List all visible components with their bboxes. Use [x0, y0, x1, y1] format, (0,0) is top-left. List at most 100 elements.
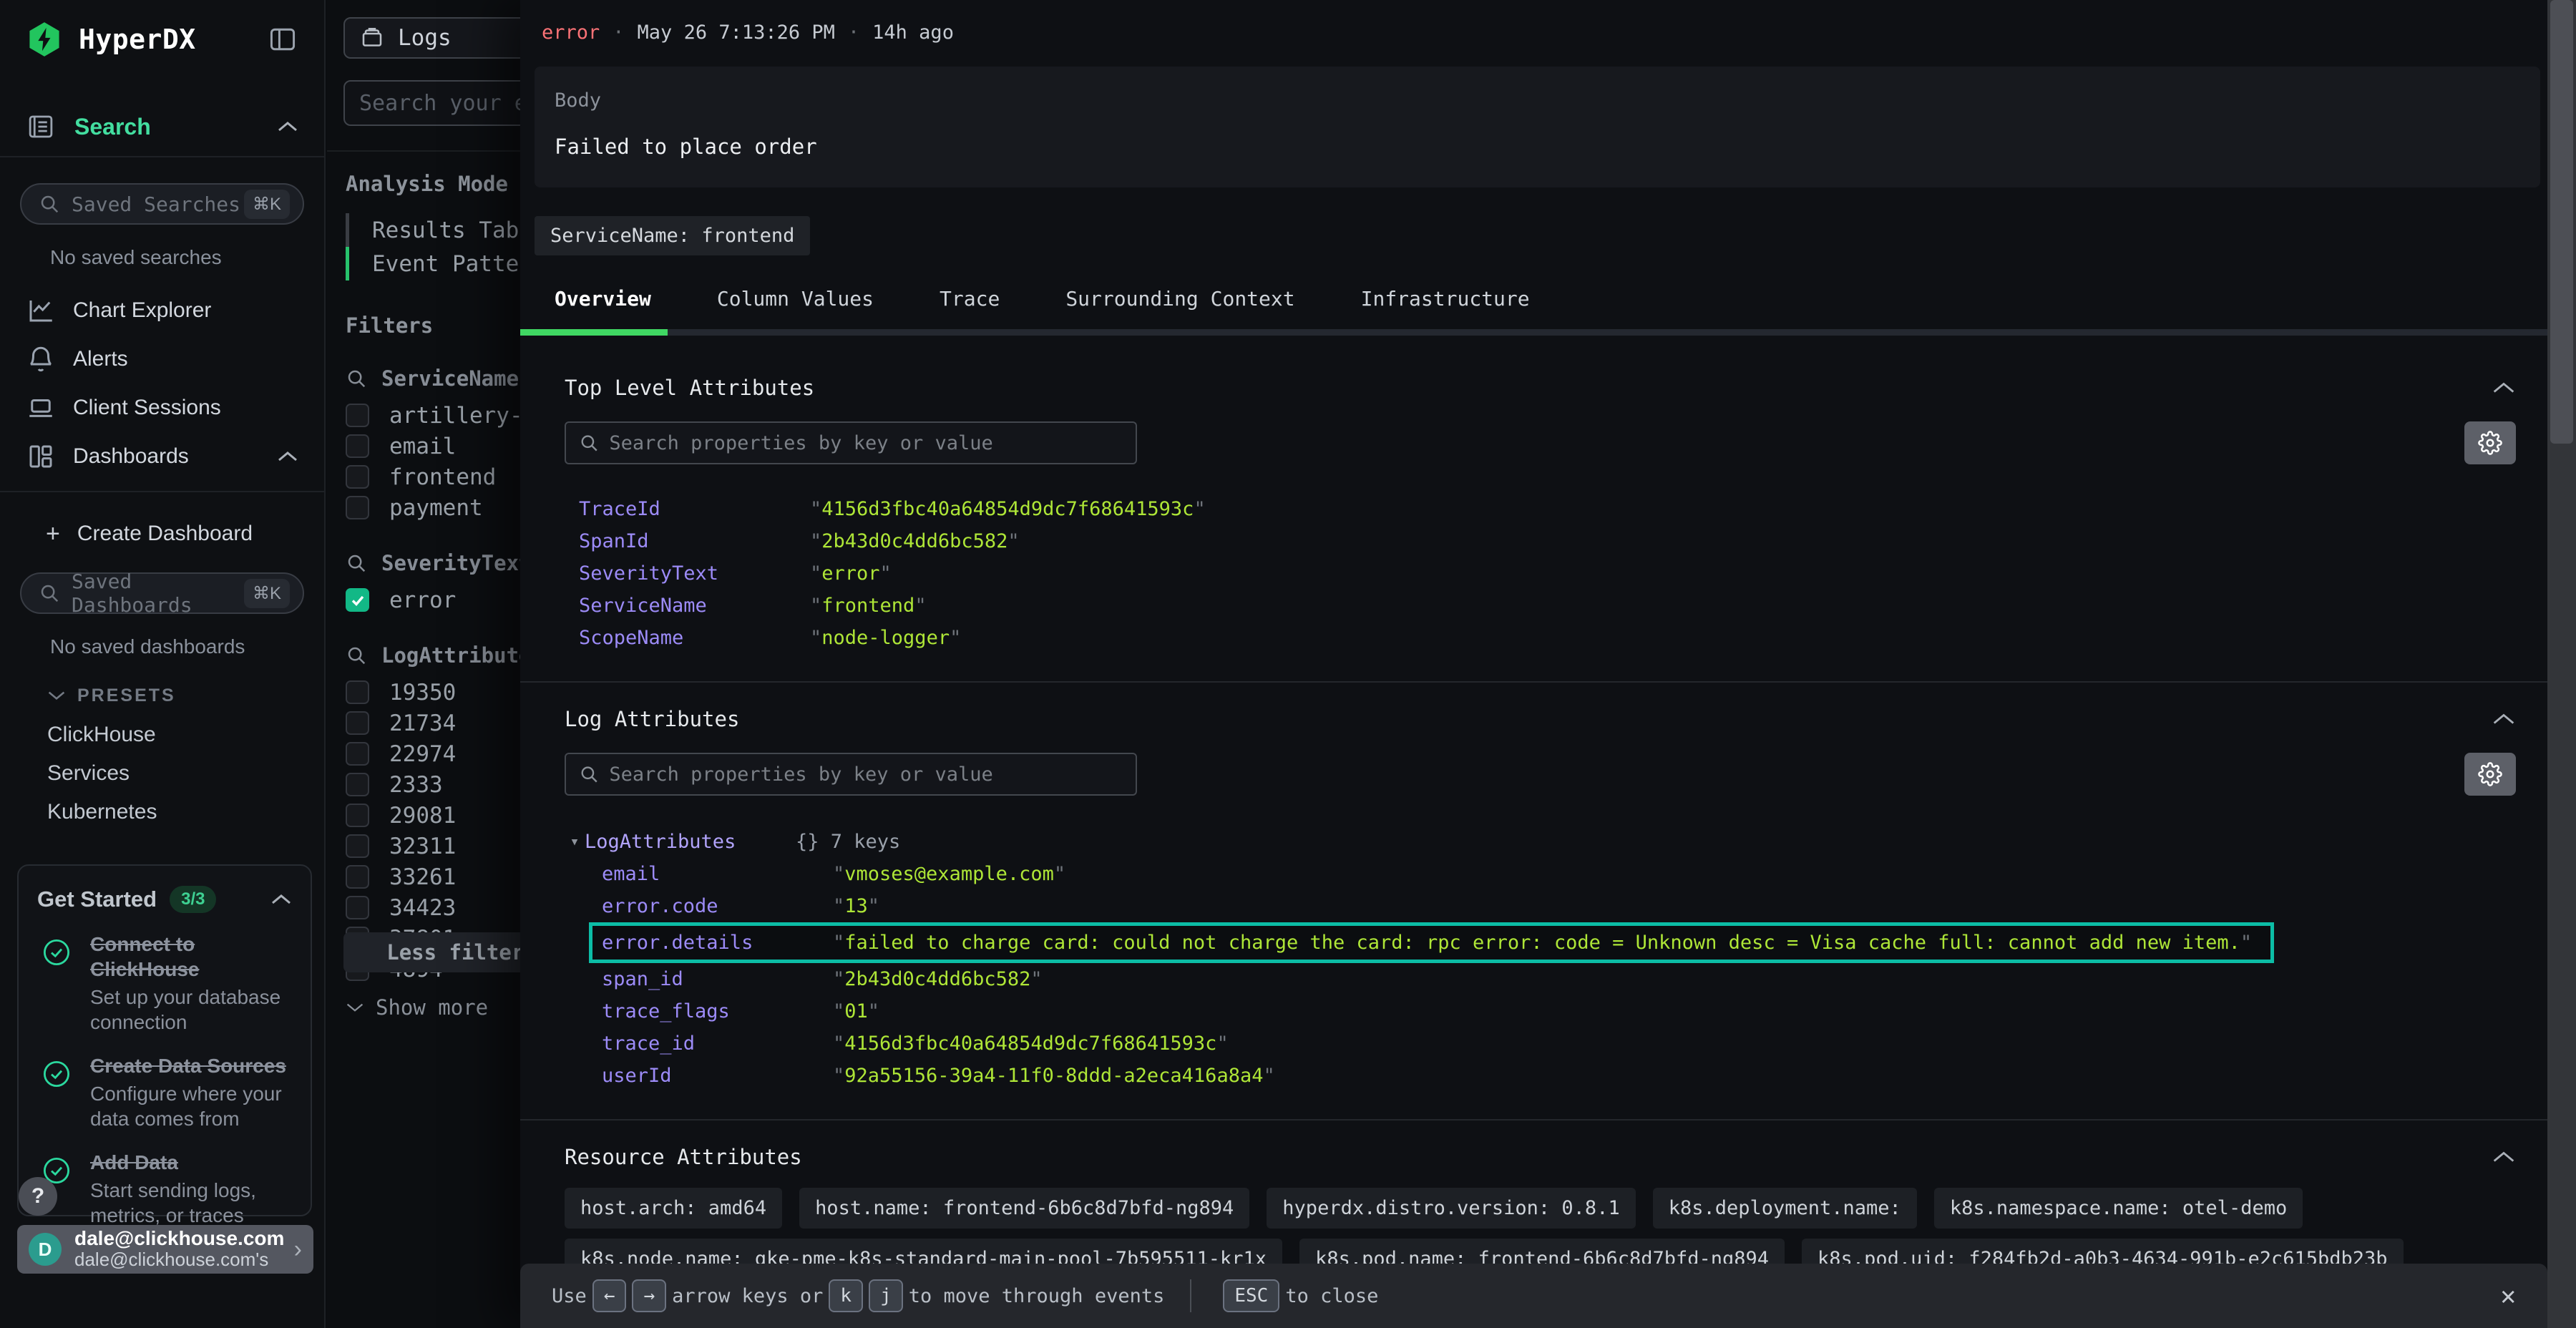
attribute-row[interactable]: error.code "13": [565, 890, 2516, 922]
checkbox-unchecked[interactable]: [346, 680, 369, 704]
chevron-up-icon[interactable]: [2492, 381, 2516, 395]
collapse-sidebar-icon[interactable]: [267, 24, 298, 55]
filter-option[interactable]: artillery-loadgen: [346, 401, 520, 430]
logo-row: HyperDX: [0, 0, 324, 79]
attribute-row[interactable]: email "vmoses@example.com": [565, 858, 2516, 890]
get-started-item-connect[interactable]: Connect to ClickHouse Set up your databa…: [37, 932, 292, 1035]
create-dashboard-button[interactable]: + Create Dashboard: [0, 512, 324, 555]
filter-group-header[interactable]: ServiceName: [346, 366, 520, 391]
resource-chip[interactable]: host.name: frontend-6b6c8d7bfd-ng894: [799, 1188, 1249, 1229]
checkbox-unchecked[interactable]: [346, 834, 369, 858]
chevron-up-icon[interactable]: [2492, 1150, 2516, 1164]
sidebar-item-search[interactable]: Search: [0, 103, 324, 150]
filter-group-header[interactable]: LogAttributes: [346, 643, 520, 668]
tab-surrounding-context[interactable]: Surrounding Context: [1065, 287, 1294, 311]
attributes-settings-button[interactable]: [2464, 753, 2516, 796]
source-select[interactable]: Logs: [343, 17, 520, 59]
filter-option[interactable]: payment: [346, 493, 520, 522]
show-more-button[interactable]: Show more: [346, 995, 520, 1020]
get-started-item-sources[interactable]: Create Data Sources Configure where your…: [37, 1053, 292, 1131]
attribute-row[interactable]: trace_flags "01": [565, 995, 2516, 1027]
less-filters-button[interactable]: Less filters: [343, 932, 520, 972]
filter-option[interactable]: 22974: [346, 739, 520, 768]
filter-option[interactable]: email: [346, 431, 520, 461]
chevron-up-icon[interactable]: [277, 450, 298, 463]
sidebar-item-dashboards[interactable]: Dashboards: [0, 434, 324, 479]
less-filters-label: Less filters: [386, 940, 520, 965]
get-started-item-add-data[interactable]: Add Data Start sending logs, metrics, or…: [37, 1150, 292, 1228]
tab-column-values[interactable]: Column Values: [717, 287, 874, 311]
property-search[interactable]: [565, 421, 1137, 464]
chevron-up-icon[interactable]: [2492, 712, 2516, 726]
filter-option[interactable]: error: [346, 585, 520, 615]
no-saved-dashboards-note: No saved dashboards: [0, 614, 324, 658]
checkbox-unchecked[interactable]: [346, 465, 369, 489]
filter-group-header[interactable]: SeverityText: [346, 551, 520, 575]
mode-results-table[interactable]: Results Table: [346, 213, 520, 247]
filter-option[interactable]: 29081: [346, 801, 520, 830]
checkbox-checked[interactable]: [346, 588, 369, 612]
attribute-row[interactable]: SpanId "2b43d0c4dd6bc582": [565, 525, 2516, 557]
service-name-tag[interactable]: ServiceName: frontend: [535, 216, 810, 255]
close-icon[interactable]: ✕: [2500, 1281, 2516, 1311]
checkbox-unchecked[interactable]: [346, 404, 369, 427]
tab-infrastructure[interactable]: Infrastructure: [1361, 287, 1530, 311]
checkbox-unchecked[interactable]: [346, 434, 369, 458]
resource-chip[interactable]: host.arch: amd64: [565, 1188, 782, 1229]
checkbox-unchecked[interactable]: [346, 742, 369, 766]
sidebar-item-kubernetes[interactable]: Kubernetes: [0, 794, 324, 830]
filter-option[interactable]: frontend: [346, 462, 520, 492]
attributes-settings-button[interactable]: [2464, 421, 2516, 464]
sidebar-item-client-sessions[interactable]: Client Sessions: [0, 385, 324, 431]
top-level-attributes-section: Top Level Attributes TraceId "4156d3fbc4…: [520, 376, 2547, 654]
filter-option[interactable]: 34423: [346, 893, 520, 922]
attribute-row-highlighted[interactable]: error.details "failed to charge card: co…: [589, 922, 2274, 963]
tab-overview[interactable]: Overview: [555, 287, 651, 311]
mode-event-patterns[interactable]: Event Patterns: [346, 247, 520, 280]
body-label: Body: [555, 89, 2520, 112]
chevron-up-icon[interactable]: [270, 893, 292, 906]
property-search[interactable]: [565, 753, 1137, 796]
property-search-input[interactable]: [609, 763, 1123, 786]
tree-expander-icon[interactable]: ▾: [565, 833, 585, 851]
sidebar-item-clickhouse[interactable]: ClickHouse: [0, 717, 324, 753]
filter-option[interactable]: 21734: [346, 708, 520, 738]
attribute-row[interactable]: ScopeName "node-logger": [565, 622, 2516, 654]
attribute-row[interactable]: span_id "2b43d0c4dd6bc582": [565, 963, 2516, 995]
log-attributes-root-row[interactable]: ▾ LogAttributes {} 7 keys: [565, 826, 2516, 858]
help-button[interactable]: ?: [19, 1177, 57, 1216]
saved-dashboards-input[interactable]: Saved Dashboards ⌘K: [20, 572, 304, 614]
presets-toggle[interactable]: PRESETS: [0, 677, 324, 714]
filter-option[interactable]: 2333: [346, 770, 520, 799]
filter-option[interactable]: 19350: [346, 678, 520, 707]
tab-trace[interactable]: Trace: [940, 287, 1000, 311]
checkbox-unchecked[interactable]: [346, 496, 369, 519]
attribute-row[interactable]: SeverityText "error": [565, 557, 2516, 590]
attribute-row[interactable]: TraceId "4156d3fbc40a64854d9dc7f68641593…: [565, 493, 2516, 525]
checkbox-unchecked[interactable]: [346, 773, 369, 796]
checkbox-unchecked[interactable]: [346, 804, 369, 827]
filter-option[interactable]: 33261: [346, 862, 520, 892]
sidebar-item-alerts[interactable]: Alerts: [0, 336, 324, 382]
resource-chip[interactable]: hyperdx.distro.version: 0.8.1: [1267, 1188, 1635, 1229]
page-scrollbar[interactable]: [2547, 0, 2576, 1328]
resource-chip[interactable]: k8s.namespace.name: otel-demo: [1934, 1188, 2303, 1229]
sidebar-item-services[interactable]: Services: [0, 756, 324, 791]
saved-searches-input[interactable]: Saved Searches ⌘K: [20, 183, 304, 225]
checkbox-unchecked[interactable]: [346, 711, 369, 735]
chevron-up-icon[interactable]: [277, 120, 298, 133]
resource-chip[interactable]: k8s.deployment.name:: [1653, 1188, 1917, 1229]
filters-label: Filters: [346, 313, 520, 338]
attribute-row[interactable]: userId "92a55156-39a4-11f0-8ddd-a2eca416…: [565, 1060, 2516, 1092]
sidebar-item-chart-explorer[interactable]: Chart Explorer: [0, 288, 324, 333]
attribute-row[interactable]: trace_id "4156d3fbc40a64854d9dc7f6864159…: [565, 1027, 2516, 1060]
checkbox-unchecked[interactable]: [346, 865, 369, 889]
event-search-input[interactable]: Search your events...: [343, 80, 520, 126]
property-search-input[interactable]: [609, 432, 1123, 454]
checkbox-unchecked[interactable]: [346, 896, 369, 919]
filter-option[interactable]: 32311: [346, 831, 520, 861]
scrollbar-thumb[interactable]: [2550, 0, 2573, 444]
user-menu[interactable]: D dale@clickhouse.com dale@clickhouse.co…: [17, 1225, 313, 1274]
nav-label: Chart Explorer: [73, 298, 211, 323]
attribute-row[interactable]: ServiceName "frontend": [565, 590, 2516, 622]
